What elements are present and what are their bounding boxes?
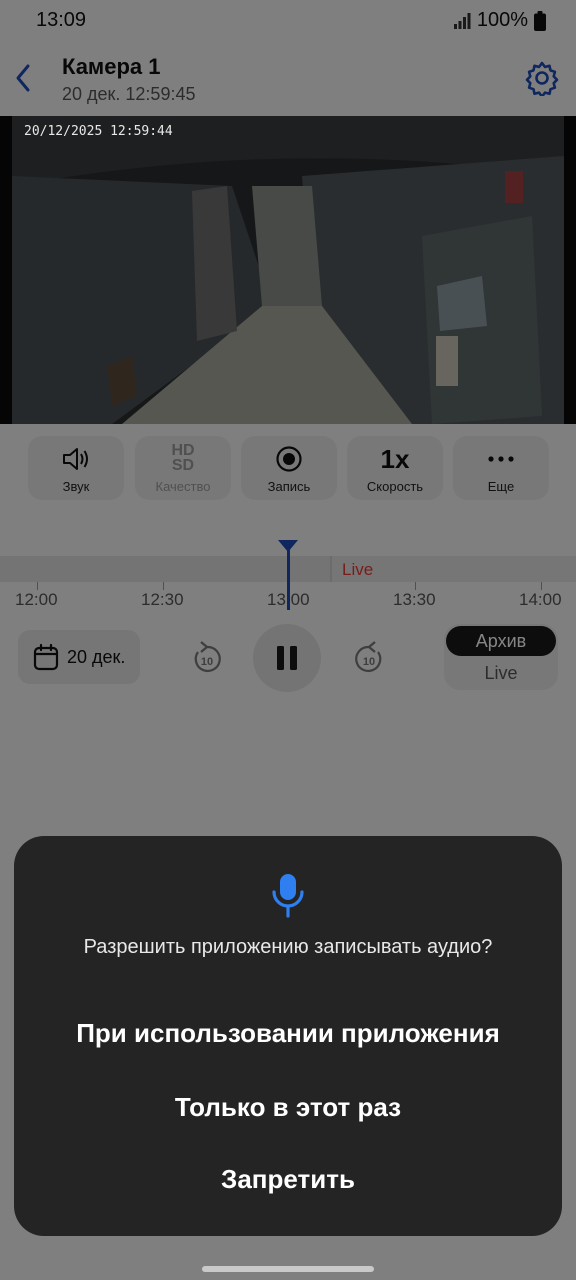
home-indicator[interactable] [202, 1266, 374, 1272]
video-osd-timestamp: 20/12/2025 12:59:44 [24, 124, 173, 139]
allow-once-button[interactable]: Только в этот раз [34, 1092, 542, 1123]
permission-prompt-text: Разрешить приложению записывать аудио? [83, 936, 493, 958]
allow-while-using-button[interactable]: При использовании приложения [34, 1018, 542, 1049]
microphone-icon [272, 874, 304, 918]
audio-permission-dialog: Разрешить приложению записывать аудио? П… [14, 836, 562, 1236]
deny-button[interactable]: Запретить [34, 1164, 542, 1195]
